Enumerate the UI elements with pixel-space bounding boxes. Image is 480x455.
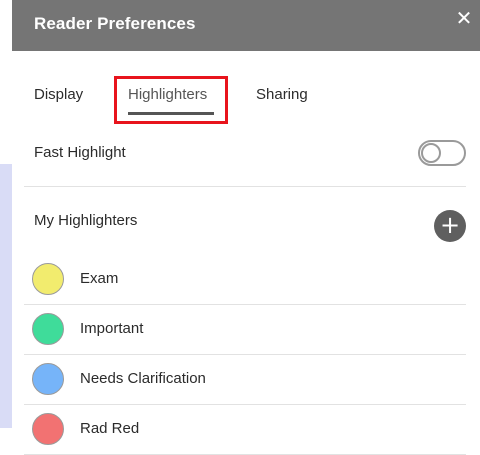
highlighter-list: Exam Important Needs Clarification Rad R… <box>24 255 466 455</box>
my-highlighters-label: My Highlighters <box>34 212 138 229</box>
highlighter-color-swatch[interactable] <box>32 363 64 395</box>
list-item[interactable]: Exam <box>24 255 466 305</box>
background-strip <box>0 0 12 452</box>
highlighter-name: Exam <box>80 270 119 287</box>
highlighter-name: Needs Clarification <box>80 370 206 387</box>
highlighter-name: Important <box>80 320 144 337</box>
fast-highlight-toggle[interactable] <box>418 140 466 166</box>
fast-highlight-label: Fast Highlight <box>34 144 126 161</box>
list-item[interactable]: Rad Red <box>24 405 466 455</box>
highlighter-name: Rad Red <box>80 420 140 437</box>
tab-sharing[interactable]: Sharing <box>256 86 308 103</box>
close-icon[interactable]: ✕ <box>454 9 474 29</box>
dialog-header: Reader Preferences ✕ <box>12 0 480 51</box>
highlighter-color-swatch[interactable] <box>32 413 64 445</box>
background-accent <box>0 164 12 428</box>
my-highlighters-header: My Highlighters + <box>24 200 466 242</box>
annotation-highlight-box <box>114 76 228 124</box>
add-highlighter-button[interactable]: + <box>434 210 466 242</box>
highlighter-color-swatch[interactable] <box>32 313 64 345</box>
tab-display[interactable]: Display <box>34 86 83 103</box>
list-item[interactable]: Important <box>24 305 466 355</box>
tab-bar: Display Highlighters Sharing <box>12 74 480 124</box>
fast-highlight-row: Fast Highlight <box>24 136 466 187</box>
highlighter-color-swatch[interactable] <box>32 263 64 295</box>
dialog-title: Reader Preferences <box>34 14 196 33</box>
list-item[interactable]: Needs Clarification <box>24 355 466 405</box>
toggle-knob <box>421 143 441 163</box>
reader-preferences-dialog: Reader Preferences ✕ Display Highlighter… <box>12 0 480 455</box>
